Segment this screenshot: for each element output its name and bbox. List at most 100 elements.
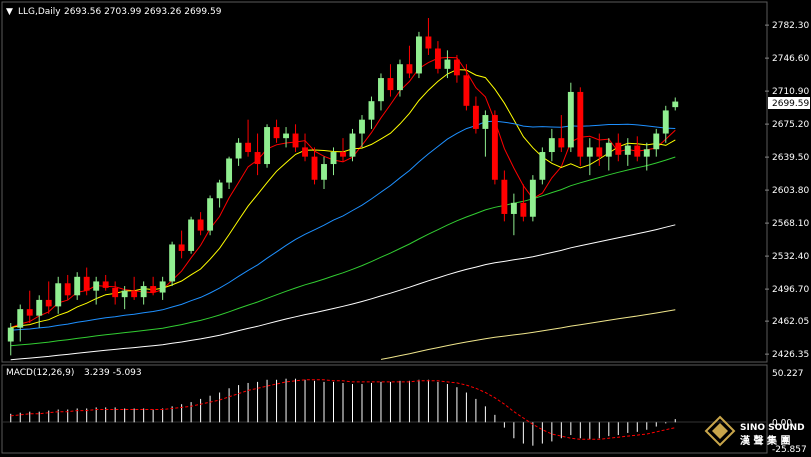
candle-body — [510, 202, 517, 214]
candle — [653, 128, 660, 157]
price-tick-label: 2568.10 — [772, 219, 809, 229]
candle-body — [368, 101, 375, 120]
candle — [102, 274, 109, 291]
candle-body — [197, 219, 204, 231]
macd-histogram — [10, 378, 676, 446]
candle-body — [273, 127, 280, 139]
candle-body — [7, 327, 14, 342]
price-tick-label: 2639.50 — [772, 153, 809, 163]
dropdown-triangle-icon[interactable]: ▼ — [6, 7, 13, 17]
current-price-label: 2699.59 — [772, 99, 809, 109]
candle-body — [264, 127, 270, 165]
candle — [624, 138, 631, 166]
candle-body — [406, 64, 413, 74]
candle — [340, 138, 346, 162]
candle — [444, 50, 451, 79]
candle — [45, 281, 52, 314]
symbol-label: LLG,Daily — [18, 7, 61, 17]
candle — [74, 272, 81, 300]
candle — [577, 87, 584, 166]
candle-body — [501, 179, 508, 214]
candle-body — [662, 110, 669, 134]
price-tick-label: 2675.20 — [772, 120, 809, 130]
ohlc-values: 2693.56 2703.99 2693.26 2699.59 — [64, 7, 222, 17]
candle-body — [558, 138, 565, 148]
candle-body — [586, 147, 593, 157]
candle-body — [283, 133, 289, 139]
candle — [140, 281, 147, 305]
candle-body — [643, 149, 650, 157]
candle — [453, 54, 460, 83]
candle-body — [567, 91, 574, 148]
candle-body — [397, 64, 403, 91]
candle-body — [45, 299, 52, 307]
candle-body — [83, 276, 90, 291]
candle-body — [378, 78, 384, 102]
price-axis: 2782.30 2746.60 2710.90 2675.20 2639.50 2603.… — [765, 21, 809, 360]
candle — [529, 175, 536, 222]
candle — [150, 276, 157, 296]
candle-body — [302, 147, 308, 157]
main-pane-border — [1, 1, 768, 363]
candle — [131, 276, 138, 300]
logo-text-latin: SINO SOUND — [740, 423, 805, 433]
candle-body — [17, 309, 24, 328]
chart-header: ▼ LLG,Daily 2693.56 2703.99 2693.26 2699… — [6, 7, 222, 17]
candle-body — [93, 281, 100, 291]
logo-text-chinese: 漢 聲 集 團 — [740, 434, 790, 447]
candle-body — [491, 115, 498, 180]
candle — [434, 41, 441, 74]
candle — [368, 96, 375, 129]
candle-body — [36, 299, 43, 316]
ma-100-line — [10, 224, 676, 361]
candle — [283, 127, 289, 148]
candle — [321, 156, 327, 189]
candle-body — [292, 133, 299, 148]
candle-body — [548, 138, 555, 153]
candle-body — [605, 142, 612, 157]
current-price-tag: 2699.59 — [768, 97, 810, 109]
candle — [482, 110, 489, 157]
price-tick-label: 2746.60 — [772, 54, 809, 64]
price-tick-label: 2532.40 — [772, 252, 809, 262]
main-price-pane: 2782.30 2746.60 2710.90 2675.20 2639.50 2603.… — [1, 1, 810, 363]
candle — [548, 128, 555, 162]
candle-body — [425, 36, 432, 49]
candle — [425, 18, 432, 55]
candle — [159, 276, 166, 300]
candlesticks — [7, 18, 679, 356]
candle — [292, 124, 299, 153]
candle — [615, 133, 622, 162]
macd-values: 3.239 -5.093 — [84, 368, 142, 378]
candle — [26, 290, 33, 324]
candle-body — [387, 78, 394, 91]
candle — [378, 73, 384, 111]
candle — [216, 179, 223, 208]
candle-body — [634, 145, 641, 157]
candle — [311, 147, 318, 185]
diamond-logo-icon — [704, 415, 736, 447]
candle-body — [434, 48, 441, 69]
candle-body — [102, 281, 109, 288]
candle-body — [216, 182, 223, 199]
price-tick-label: 2462.05 — [772, 317, 809, 327]
candle-body — [55, 283, 62, 307]
chart-area: 2782.30 2746.60 2710.90 2675.20 2639.50 2603.… — [1, 1, 810, 455]
candle-body — [453, 59, 460, 76]
candle-body — [207, 198, 214, 231]
candle — [207, 195, 214, 236]
candle — [596, 133, 603, 166]
candle-body — [672, 101, 679, 108]
candle-body — [321, 164, 327, 180]
candle-body — [482, 115, 489, 129]
candle-body — [64, 283, 71, 296]
candle-body — [330, 152, 337, 165]
candle — [501, 170, 508, 222]
candle-body — [74, 276, 81, 296]
candle-body — [188, 219, 195, 251]
candle-body — [472, 105, 479, 129]
candle-body — [653, 133, 660, 150]
candle — [539, 147, 546, 185]
candle-body — [245, 142, 252, 153]
candle-body — [359, 119, 365, 134]
